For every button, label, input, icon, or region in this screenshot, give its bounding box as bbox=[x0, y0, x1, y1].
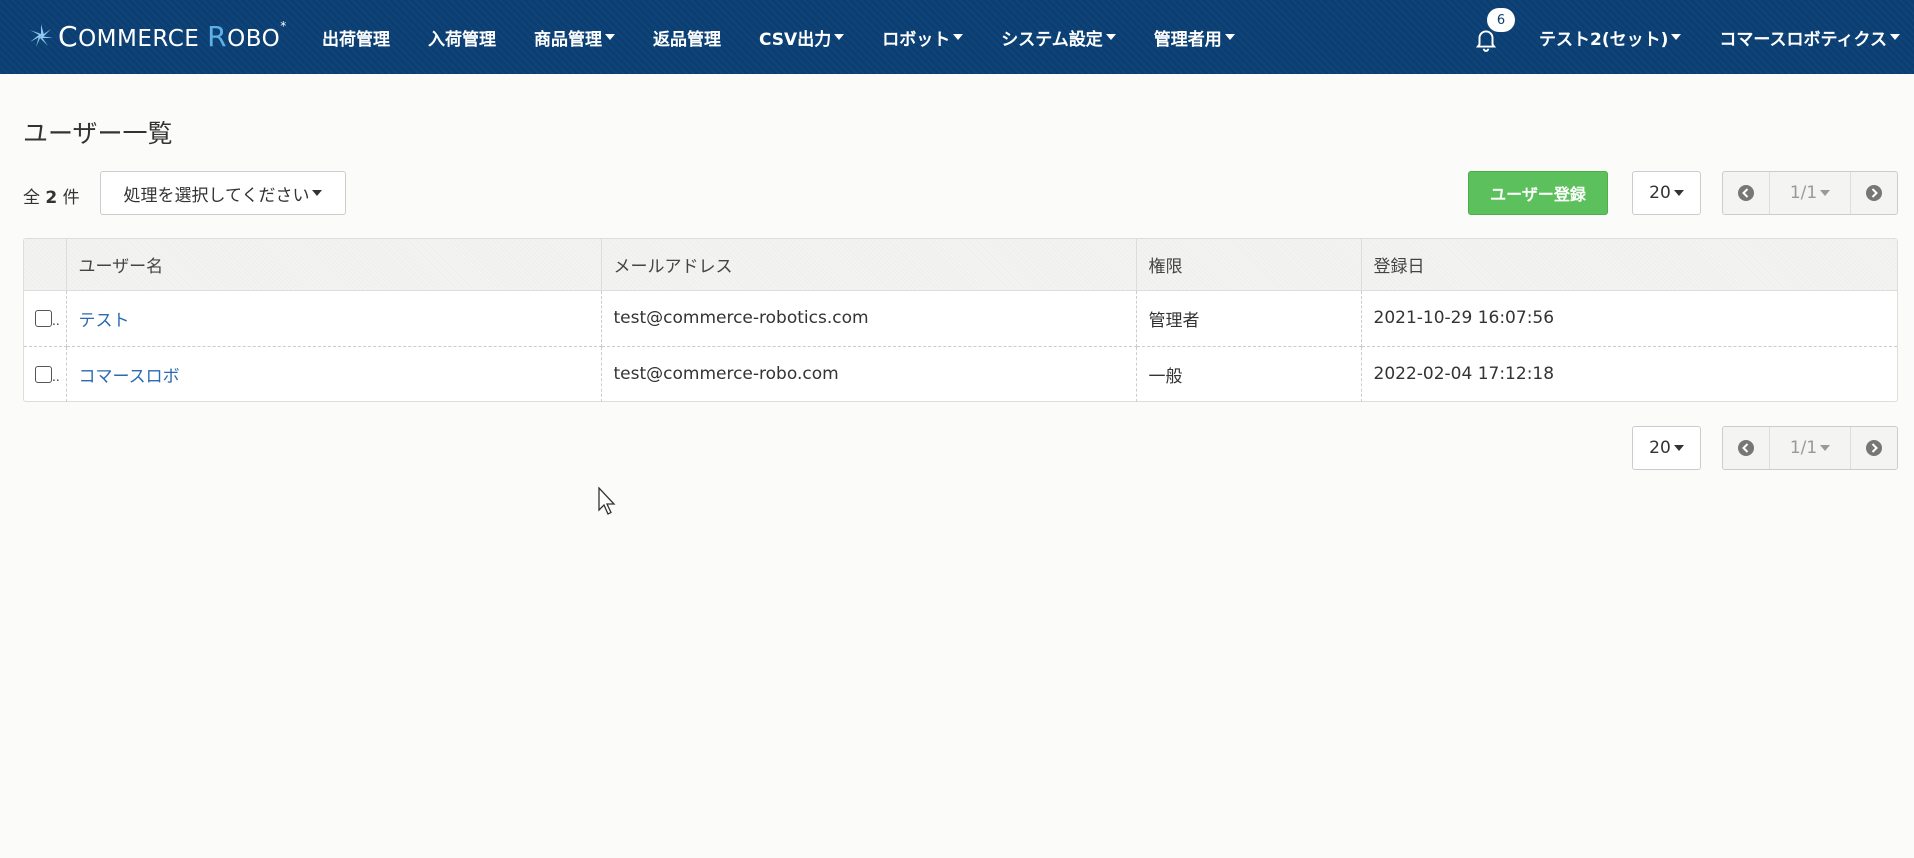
chevron-left-circle-icon bbox=[1738, 440, 1754, 456]
chevron-down-icon bbox=[1820, 445, 1831, 451]
menu-item-label: 商品管理 bbox=[534, 29, 602, 50]
header-select bbox=[24, 239, 67, 291]
count-prefix: 全 bbox=[23, 188, 40, 208]
brand-name: COMMERCE ROBO bbox=[58, 20, 280, 53]
role-cell: 管理者 bbox=[1136, 290, 1362, 347]
page-indicator: 1/1 bbox=[1789, 183, 1818, 203]
chevron-right-circle-icon bbox=[1866, 440, 1882, 456]
record-count: 全 2 件 bbox=[23, 183, 80, 208]
menu-item-shipping[interactable]: 出荷管理 bbox=[322, 25, 390, 50]
next-page-button[interactable] bbox=[1851, 427, 1897, 469]
page-select[interactable]: 1/1 bbox=[1769, 427, 1851, 469]
logo-burst-icon bbox=[30, 24, 53, 47]
menu-item-label: 管理者用 bbox=[1153, 29, 1222, 50]
count-value: 2 bbox=[45, 188, 58, 208]
chevron-down-icon bbox=[1673, 445, 1684, 451]
menu-item-products[interactable]: 商品管理 bbox=[534, 25, 615, 50]
register-user-button[interactable]: ユーザー登録 bbox=[1468, 171, 1608, 215]
chevron-down-icon bbox=[1673, 190, 1684, 196]
user-menu-label: テスト2(セット) bbox=[1539, 29, 1669, 50]
count-suffix: 件 bbox=[62, 188, 80, 208]
chevron-down-icon bbox=[1224, 34, 1235, 40]
chevron-down-icon bbox=[1820, 190, 1831, 196]
menu-item-admin[interactable]: 管理者用 bbox=[1154, 25, 1235, 50]
per-page-select-bottom[interactable]: 20 bbox=[1632, 426, 1701, 470]
chevron-down-icon bbox=[312, 190, 323, 196]
mouse-cursor-icon bbox=[598, 486, 616, 515]
header-role[interactable]: 権限 bbox=[1136, 239, 1362, 291]
table-row: .. テスト test@commerce-robotics.com 管理者 20… bbox=[24, 290, 1897, 347]
chevron-down-icon bbox=[1671, 34, 1682, 40]
overflow-marker: .. bbox=[52, 314, 60, 328]
notification-count-badge: 6 bbox=[1487, 8, 1515, 32]
pagination-bottom: 1/1 bbox=[1722, 426, 1898, 470]
menu-item-label: 入荷管理 bbox=[428, 29, 496, 50]
overflow-marker: .. bbox=[52, 370, 60, 385]
menu-item-system-settings[interactable]: システム設定 bbox=[1001, 25, 1116, 50]
company-menu[interactable]: コマースロボティクス bbox=[1719, 25, 1900, 50]
role-cell: 一般 bbox=[1136, 346, 1362, 402]
registered-date-cell: 2021-10-29 16:07:56 bbox=[1361, 290, 1897, 347]
registered-date-cell: 2022-02-04 17:12:18 bbox=[1373, 364, 1555, 385]
right-nav: 6 テスト2(セット) コマースロボティクス bbox=[1471, 0, 1900, 74]
users-table: ユーザー名 メールアドレス 権限 登録日 .. テスト test@commerc… bbox=[23, 238, 1898, 402]
header-user-name[interactable]: ユーザー名 bbox=[66, 239, 602, 291]
brand-ommerce: OMMERCE bbox=[78, 25, 208, 52]
pagination-top: 1/1 bbox=[1722, 171, 1898, 215]
notifications-button[interactable]: 6 bbox=[1471, 8, 1515, 52]
prev-page-button[interactable] bbox=[1723, 427, 1769, 469]
menu-item-label: 出荷管理 bbox=[322, 29, 390, 50]
per-page-value: 20 bbox=[1649, 183, 1671, 203]
menu-item-label: CSV出力 bbox=[759, 29, 832, 50]
row-checkbox[interactable] bbox=[35, 365, 52, 383]
brand-c: C bbox=[58, 19, 79, 53]
per-page-value: 20 bbox=[1649, 438, 1671, 458]
header-email[interactable]: メールアドレス bbox=[601, 239, 1137, 291]
company-menu-label: コマースロボティクス bbox=[1719, 29, 1887, 50]
brand-obo: OBO bbox=[227, 25, 281, 52]
user-menu[interactable]: テスト2(セット) bbox=[1539, 25, 1682, 50]
chevron-left-circle-icon bbox=[1738, 185, 1754, 201]
user-name-cell: コマースロボ bbox=[66, 346, 602, 402]
user-name-link[interactable]: テスト bbox=[79, 311, 130, 331]
email-cell: test@commerce-robo.com bbox=[601, 346, 1137, 402]
bulk-action-label: 処理を選択してください bbox=[123, 185, 310, 206]
menu-item-robot[interactable]: ロボット bbox=[882, 25, 964, 50]
prev-page-button[interactable] bbox=[1723, 172, 1769, 214]
header-registered-date[interactable]: 登録日 bbox=[1361, 239, 1897, 291]
email-cell: test@commerce-robotics.com bbox=[601, 290, 1137, 347]
row-select-cell: .. bbox=[24, 290, 67, 347]
menu-item-label: ロボット bbox=[882, 29, 951, 50]
menu-item-receiving[interactable]: 入荷管理 bbox=[428, 25, 496, 50]
user-name-cell: テスト bbox=[66, 290, 602, 347]
table-header-row: ユーザー名 メールアドレス 権限 登録日 bbox=[24, 239, 1897, 291]
brand-logo[interactable]: COMMERCE ROBO * bbox=[28, 18, 286, 54]
menu-item-label: システム設定 bbox=[1001, 29, 1103, 50]
chevron-down-icon bbox=[953, 34, 964, 40]
page-indicator: 1/1 bbox=[1789, 438, 1818, 458]
chevron-down-icon bbox=[605, 34, 615, 40]
table-row: .. コマースロボ test@commerce-robo.com 一般 2022… bbox=[24, 346, 1897, 402]
row-checkbox[interactable] bbox=[35, 309, 52, 327]
next-page-button[interactable] bbox=[1851, 172, 1897, 214]
chevron-right-circle-icon bbox=[1866, 185, 1882, 201]
main-menu: 出荷管理 入荷管理 商品管理 返品管理 CSV出力 ロボット システム設定 管理… bbox=[322, 0, 1273, 74]
page-title: ユーザー一覧 bbox=[23, 119, 173, 148]
page-select[interactable]: 1/1 bbox=[1769, 172, 1851, 214]
brand-star: * bbox=[280, 19, 287, 33]
bulk-action-select[interactable]: 処理を選択してください bbox=[100, 171, 346, 215]
top-navbar: COMMERCE ROBO * 出荷管理 入荷管理 商品管理 返品管理 CSV出… bbox=[0, 0, 1914, 74]
chevron-down-icon bbox=[1105, 34, 1116, 40]
menu-item-csv-export[interactable]: CSV出力 bbox=[759, 25, 845, 50]
user-name-link[interactable]: コマースロボ bbox=[79, 367, 180, 387]
menu-item-label: 返品管理 bbox=[653, 29, 721, 50]
chevron-down-icon bbox=[834, 34, 845, 40]
per-page-select-top[interactable]: 20 bbox=[1632, 171, 1701, 215]
row-select-cell: .. bbox=[24, 346, 67, 402]
menu-item-returns[interactable]: 返品管理 bbox=[653, 25, 721, 50]
brand-r: R bbox=[207, 19, 228, 53]
chevron-down-icon bbox=[1890, 34, 1900, 40]
